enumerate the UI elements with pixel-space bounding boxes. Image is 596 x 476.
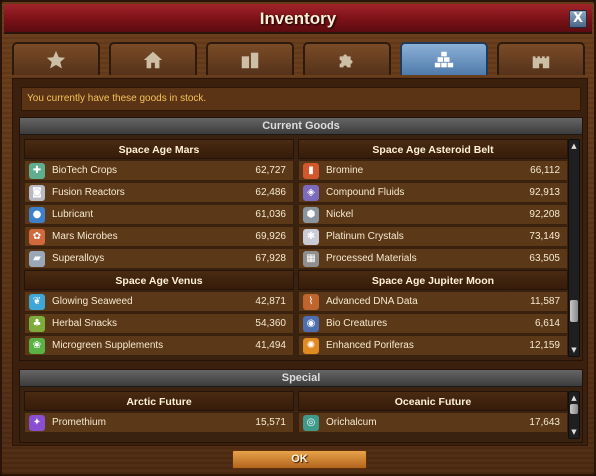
microgreen-icon: ❀ bbox=[29, 337, 45, 354]
fusion-reactor-icon: ◙ bbox=[29, 184, 45, 201]
promethium-icon: ✦ bbox=[29, 414, 45, 431]
special-scrollbar[interactable]: ▲ ▼ bbox=[568, 391, 580, 439]
goods-stack-icon bbox=[434, 51, 454, 67]
scroll-thumb[interactable] bbox=[570, 404, 578, 414]
compound-fluids-icon: ◈ bbox=[303, 184, 319, 201]
inventory-window: Inventory X You currently have these goo… bbox=[0, 0, 596, 476]
bromine-icon: ▮ bbox=[303, 162, 319, 179]
scroll-down-icon[interactable]: ▼ bbox=[570, 428, 578, 436]
house-icon bbox=[143, 51, 163, 68]
tab-favorites[interactable] bbox=[12, 42, 100, 75]
title-bar: Inventory X bbox=[4, 4, 592, 34]
mars-microbes-icon: ✿ bbox=[29, 228, 45, 245]
puzzle-icon bbox=[339, 54, 353, 67]
goods-row: ◉ Bio Creatures 6,614 bbox=[298, 313, 568, 334]
scroll-down-icon[interactable]: ▼ bbox=[570, 346, 578, 354]
goods-row: ♣ Herbal Snacks 54,360 bbox=[24, 313, 294, 334]
era-heading: Space Age Mars bbox=[24, 139, 294, 159]
current-goods-right-column: Space Age Asteroid Belt ▮ Bromine 66,112 ◈… bbox=[298, 139, 568, 356]
orichalcum-icon: ◎ bbox=[303, 414, 319, 431]
tab-buildings[interactable] bbox=[206, 42, 294, 75]
tab-fragments[interactable] bbox=[303, 42, 391, 75]
lubricant-icon: ● bbox=[29, 206, 45, 223]
star-icon bbox=[46, 50, 66, 68]
ok-button[interactable]: OK bbox=[232, 450, 367, 469]
stock-notice: You currently have these goods in stock. bbox=[21, 87, 581, 111]
goods-row: ▦ Processed Materials 63,505 bbox=[298, 248, 568, 269]
goods-row: ⬢ Nickel 92,208 bbox=[298, 204, 568, 225]
era-heading: Oceanic Future bbox=[298, 391, 568, 411]
goods-row: ✚ BioTech Crops 62,727 bbox=[24, 160, 294, 181]
special-heading: Special bbox=[20, 370, 582, 387]
herbal-snacks-icon: ♣ bbox=[29, 315, 45, 332]
goods-row: ✿ Mars Microbes 69,926 bbox=[24, 226, 294, 247]
biotech-crops-icon: ✚ bbox=[29, 162, 45, 179]
special-left-column: Arctic Future ✦ Promethium 15,571 bbox=[24, 391, 294, 433]
special-right-column: Oceanic Future ◎ Orichalcum 17,643 bbox=[298, 391, 568, 433]
poriferas-icon: ✺ bbox=[303, 337, 319, 354]
tab-residential[interactable] bbox=[109, 42, 197, 75]
nickel-icon: ⬢ bbox=[303, 206, 319, 223]
goods-row: ▮ Bromine 66,112 bbox=[298, 160, 568, 181]
tab-castle[interactable] bbox=[497, 42, 585, 75]
era-heading: Arctic Future bbox=[24, 391, 294, 411]
current-goods-heading: Current Goods bbox=[20, 118, 582, 135]
bio-creatures-icon: ◉ bbox=[303, 315, 319, 332]
goods-row: ⌇ Advanced DNA Data 11,587 bbox=[298, 291, 568, 312]
close-button[interactable]: X bbox=[569, 10, 587, 28]
era-heading: Space Age Venus bbox=[24, 270, 294, 290]
scroll-up-icon[interactable]: ▲ bbox=[570, 142, 578, 150]
goods-row: ◙ Fusion Reactors 62,486 bbox=[24, 182, 294, 203]
castle-icon bbox=[532, 55, 550, 68]
buildings-icon bbox=[241, 52, 259, 68]
goods-row: ❦ Glowing Seaweed 42,871 bbox=[24, 291, 294, 312]
scroll-thumb[interactable] bbox=[570, 300, 578, 322]
current-goods-scrollbar[interactable]: ▲ ▼ bbox=[568, 139, 580, 357]
close-icon: X bbox=[572, 11, 584, 26]
era-heading: Space Age Jupiter Moon bbox=[298, 270, 568, 290]
current-goods-left-column: Space Age Mars ✚ BioTech Crops 62,727 ◙ Fus… bbox=[24, 139, 294, 356]
tab-bar bbox=[12, 42, 588, 76]
scroll-up-icon[interactable]: ▲ bbox=[570, 394, 578, 402]
era-heading: Space Age Asteroid Belt bbox=[298, 139, 568, 159]
superalloys-icon: ▰ bbox=[29, 250, 45, 267]
goods-row: ◈ Compound Fluids 92,913 bbox=[298, 182, 568, 203]
goods-row: ✺ Enhanced Poriferas 12,159 bbox=[298, 335, 568, 356]
seaweed-icon: ❦ bbox=[29, 293, 45, 310]
tab-goods[interactable] bbox=[400, 42, 488, 75]
platinum-crystals-icon: ✱ bbox=[303, 228, 319, 245]
processed-materials-icon: ▦ bbox=[303, 250, 319, 267]
goods-row: ✱ Platinum Crystals 73,149 bbox=[298, 226, 568, 247]
goods-row: ▰ Superalloys 67,928 bbox=[24, 248, 294, 269]
special-panel: Special Arctic Future ✦ Promethium 15,571 … bbox=[19, 369, 583, 443]
current-goods-panel: Current Goods Space Age Mars ✚ BioTech Cr… bbox=[19, 117, 583, 361]
goods-row: ❀ Microgreen Supplements 41,494 bbox=[24, 335, 294, 356]
window-title: Inventory bbox=[259, 9, 337, 28]
dna-data-icon: ⌇ bbox=[303, 293, 319, 310]
content-area: You currently have these goods in stock.… bbox=[12, 78, 588, 446]
goods-row: ◎ Orichalcum 17,643 bbox=[298, 412, 568, 433]
goods-row: ● Lubricant 61,036 bbox=[24, 204, 294, 225]
goods-row: ✦ Promethium 15,571 bbox=[24, 412, 294, 433]
